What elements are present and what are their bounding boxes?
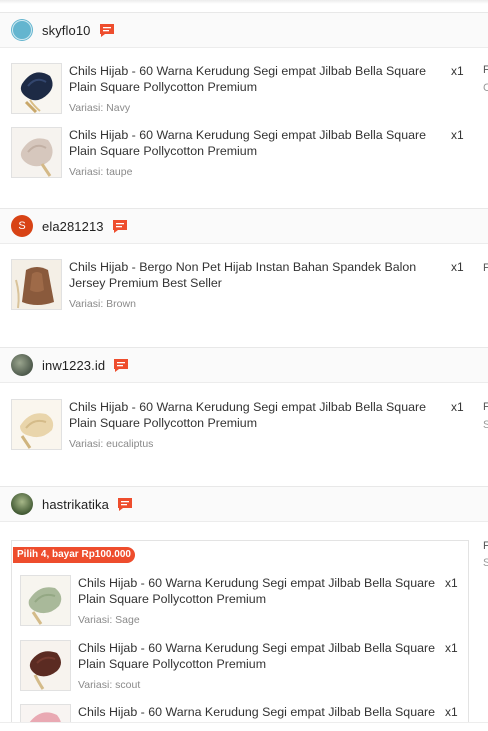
shop-header-ela281213[interactable]: S ela281213 bbox=[0, 208, 488, 244]
chat-icon[interactable] bbox=[112, 219, 128, 234]
product-variant: Variasi: taupe bbox=[69, 166, 133, 178]
product-variant: Variasi: scout bbox=[78, 679, 141, 691]
list-item[interactable]: Chils Hijab - 60 Warna Kerudung Segi emp… bbox=[11, 63, 481, 115]
product-title[interactable]: Chils Hijab - 60 Warna Kerudung Segi emp… bbox=[78, 641, 440, 672]
shop-header-inw1223[interactable]: inw1223.id bbox=[0, 347, 488, 383]
top-shadow bbox=[0, 0, 488, 4]
username[interactable]: hastrikatika bbox=[42, 497, 109, 512]
product-variant: Variasi: Navy bbox=[69, 102, 131, 114]
price-cutoff: F bbox=[483, 401, 488, 413]
list-item[interactable]: Chils Hijab - 60 Warna Kerudung Segi emp… bbox=[11, 399, 481, 451]
order-list-page: skyflo10 F C Chils Hijab - 60 Warna Keru… bbox=[0, 0, 488, 731]
product-quantity: x1 bbox=[445, 705, 458, 719]
product-title[interactable]: Chils Hijab - 60 Warna Kerudung Segi emp… bbox=[69, 128, 446, 159]
bundle-group: Pilih 4, bayar Rp100.000 Chils Hijab - 6… bbox=[11, 540, 469, 731]
username[interactable]: skyflo10 bbox=[42, 23, 91, 38]
product-image[interactable] bbox=[11, 399, 62, 450]
product-image[interactable] bbox=[20, 640, 71, 691]
product-quantity: x1 bbox=[445, 576, 458, 590]
price-cutoff-sub: S bbox=[483, 419, 488, 431]
list-item[interactable]: Chils Hijab - 60 Warna Kerudung Segi emp… bbox=[20, 575, 465, 627]
product-image[interactable] bbox=[20, 575, 71, 626]
chat-icon[interactable] bbox=[113, 358, 129, 373]
bundle-promo-badge: Pilih 4, bayar Rp100.000 bbox=[13, 547, 135, 563]
price-cutoff-sub: C bbox=[483, 82, 488, 94]
product-title[interactable]: Chils Hijab - 60 Warna Kerudung Segi emp… bbox=[78, 576, 440, 607]
product-quantity: x1 bbox=[451, 128, 464, 142]
username[interactable]: inw1223.id bbox=[42, 358, 105, 373]
product-title[interactable]: Chils Hijab - Bergo Non Pet Hijab Instan… bbox=[69, 260, 446, 291]
shop-header-hastrikatika[interactable]: hastrikatika bbox=[0, 486, 488, 522]
product-image[interactable] bbox=[11, 127, 62, 178]
avatar[interactable] bbox=[11, 493, 33, 515]
avatar[interactable]: S bbox=[11, 215, 33, 237]
price-cutoff: F bbox=[483, 262, 488, 274]
product-variant: Variasi: Brown bbox=[69, 298, 136, 310]
bottom-edge bbox=[0, 722, 488, 731]
product-title[interactable]: Chils Hijab - 60 Warna Kerudung Segi emp… bbox=[69, 64, 446, 95]
avatar[interactable] bbox=[11, 354, 33, 376]
product-variant: Variasi: Sage bbox=[78, 614, 140, 626]
list-item[interactable]: Chils Hijab - 60 Warna Kerudung Segi emp… bbox=[11, 127, 481, 179]
username[interactable]: ela281213 bbox=[42, 219, 104, 234]
shop-header-skyflo10[interactable]: skyflo10 bbox=[0, 12, 488, 48]
product-quantity: x1 bbox=[451, 260, 464, 274]
product-quantity: x1 bbox=[451, 400, 464, 414]
product-title[interactable]: Chils Hijab - 60 Warna Kerudung Segi emp… bbox=[69, 400, 446, 431]
price-cutoff: F bbox=[483, 540, 488, 552]
product-image[interactable] bbox=[11, 63, 62, 114]
list-item[interactable]: Chils Hijab - 60 Warna Kerudung Segi emp… bbox=[20, 640, 465, 692]
list-item[interactable]: Chils Hijab - Bergo Non Pet Hijab Instan… bbox=[11, 259, 481, 311]
price-cutoff-sub: S bbox=[483, 557, 488, 569]
price-cutoff: F bbox=[483, 64, 488, 76]
chat-icon[interactable] bbox=[117, 497, 133, 512]
product-variant: Variasi: eucaliptus bbox=[69, 438, 154, 450]
product-quantity: x1 bbox=[451, 64, 464, 78]
chat-icon[interactable] bbox=[99, 23, 115, 38]
avatar[interactable] bbox=[11, 19, 33, 41]
product-image[interactable] bbox=[11, 259, 62, 310]
product-quantity: x1 bbox=[445, 641, 458, 655]
